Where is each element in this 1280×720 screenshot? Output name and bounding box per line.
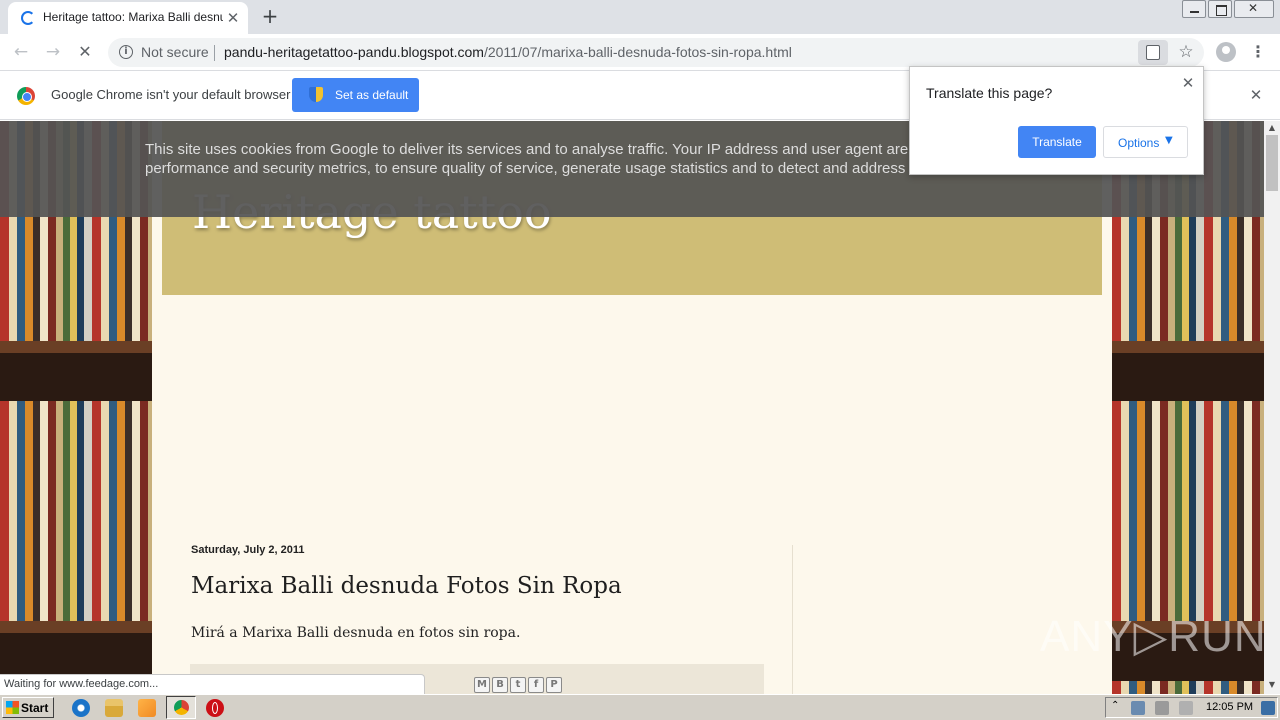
translate-close-icon[interactable]: ✕: [1178, 73, 1198, 93]
window-minimize-button[interactable]: [1182, 0, 1206, 18]
post-title[interactable]: Marixa Balli desnuda Fotos Sin Ropa: [191, 573, 622, 599]
media-player-icon[interactable]: [138, 699, 156, 717]
translate-popup: Translate this page? ✕ Translate Options…: [909, 66, 1204, 175]
tab-close-icon[interactable]: ✕: [225, 8, 241, 28]
network-icon[interactable]: [1131, 701, 1145, 715]
tab-active[interactable]: Heritage tattoo: Marixa Balli desnuda Fo…: [8, 2, 248, 34]
windows-logo-icon: [6, 701, 19, 714]
tray-expand-icon[interactable]: ⌃: [1111, 700, 1119, 711]
window-close-button[interactable]: [1234, 0, 1274, 18]
chevron-down-icon: ▼: [1165, 135, 1173, 146]
address-bar[interactable]: i Not secure pandu-heritagetattoo-pandu.…: [108, 38, 1204, 67]
web-page: Heritage tattoo Saturday, July 2, 2011 M…: [0, 121, 1264, 694]
opera-icon[interactable]: [206, 699, 224, 717]
url-path: /2011/07/marixa-balli-desnuda-fotos-sin-…: [483, 44, 792, 60]
bookmark-star-icon[interactable]: ☆: [1174, 40, 1198, 64]
file-explorer-icon[interactable]: [105, 699, 123, 717]
start-button[interactable]: Start: [2, 697, 54, 718]
back-button[interactable]: ←: [9, 40, 33, 64]
set-as-default-button[interactable]: Set as default: [292, 78, 419, 112]
loading-spinner-icon: [21, 11, 35, 25]
taskbar-clock[interactable]: 12:05 PM: [1206, 701, 1253, 713]
post-body: Mirá a Marixa Balli desnuda en fotos sin…: [191, 625, 521, 641]
windows-taskbar: Start ⌃ 12:05 PM: [0, 694, 1280, 720]
status-text: Waiting for www.feedage.com...: [4, 678, 159, 690]
set-as-default-label: Set as default: [335, 88, 409, 102]
infobar-close-icon[interactable]: ✕: [1247, 85, 1265, 105]
share-buttons: MBtfP: [474, 676, 564, 693]
translate-options-button[interactable]: Options ▼: [1103, 126, 1188, 158]
url-text[interactable]: pandu-heritagetattoo-pandu.blogspot.com/…: [224, 44, 792, 60]
pinterest-icon[interactable]: P: [546, 677, 562, 693]
new-tab-button[interactable]: +: [258, 5, 282, 29]
url-separator: [214, 45, 215, 61]
vertical-scrollbar[interactable]: ▲ ▼: [1264, 121, 1280, 694]
scroll-thumb[interactable]: [1266, 135, 1278, 191]
volume-icon[interactable]: [1155, 701, 1169, 715]
scroll-down-arrow-icon[interactable]: ▼: [1264, 678, 1280, 692]
translate-button[interactable]: Translate: [1018, 126, 1096, 158]
profile-avatar-icon[interactable]: [1216, 42, 1236, 62]
info-icon[interactable]: i: [119, 45, 133, 59]
anyrun-watermark: ANY▷RUN: [1040, 612, 1264, 661]
browser-menu-icon[interactable]: ⋮: [1250, 40, 1266, 64]
options-label: Options: [1118, 136, 1160, 150]
tab-title: Heritage tattoo: Marixa Balli desnuda Fo…: [43, 10, 223, 24]
url-host: pandu-heritagetattoo-pandu.blogspot.com: [224, 44, 484, 60]
chrome-logo-icon: [17, 87, 35, 105]
infobar-message: Google Chrome isn't your default browser: [51, 87, 291, 102]
action-center-flag-icon[interactable]: [1179, 701, 1193, 715]
chrome-taskbar-icon[interactable]: [166, 696, 196, 719]
translate-prompt: Translate this page?: [926, 85, 1053, 101]
uac-shield-icon: [309, 87, 323, 102]
scroll-up-arrow-icon[interactable]: ▲: [1264, 121, 1280, 135]
translate-icon[interactable]: [1138, 40, 1168, 65]
status-bubble: Waiting for www.feedage.com...: [0, 674, 425, 694]
email-icon[interactable]: M: [474, 677, 490, 693]
window-restore-button[interactable]: [1208, 0, 1232, 18]
system-tray: ⌃ 12:05 PM: [1105, 697, 1278, 718]
blogger-icon[interactable]: B: [492, 677, 508, 693]
start-label: Start: [21, 701, 49, 715]
tab-strip: Heritage tattoo: Marixa Balli desnuda Fo…: [0, 0, 1280, 34]
sidebar-divider: [792, 545, 793, 694]
stop-loading-button[interactable]: ✕: [73, 40, 97, 64]
forward-button[interactable]: →: [41, 40, 65, 64]
internet-explorer-icon[interactable]: [72, 699, 90, 717]
facebook-icon[interactable]: f: [528, 677, 544, 693]
show-desktop-icon[interactable]: [1261, 701, 1275, 715]
security-label[interactable]: Not secure: [141, 44, 209, 60]
post-date: Saturday, July 2, 2011: [191, 544, 305, 556]
twitter-icon[interactable]: t: [510, 677, 526, 693]
